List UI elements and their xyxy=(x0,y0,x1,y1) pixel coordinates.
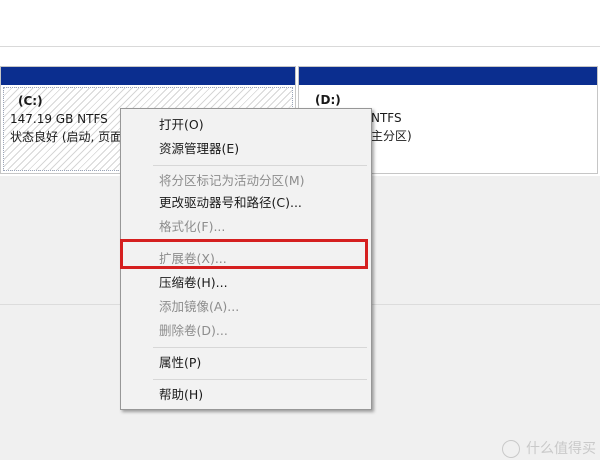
partition-c-status: 状态良好 (启动, 页面 xyxy=(10,130,123,144)
menu-item-delete-volume: 删除卷(D)... xyxy=(159,323,228,338)
menu-item-shrink-volume[interactable]: 压缩卷(H)... xyxy=(159,275,228,291)
menu-separator xyxy=(153,379,367,380)
watermark-logo-icon xyxy=(502,440,520,458)
partition-d-bar xyxy=(299,67,597,85)
partition-c-size: 147.19 GB NTFS xyxy=(10,112,108,126)
top-area xyxy=(0,0,600,66)
menu-item-mark-active: 将分区标记为活动分区(M) xyxy=(159,173,305,188)
menu-item-open[interactable]: 打开(O) xyxy=(159,117,204,133)
menu-separator xyxy=(153,347,367,348)
menu-item-properties[interactable]: 属性(P) xyxy=(159,355,201,371)
menu-separator xyxy=(153,165,367,166)
menu-item-format: 格式化(F)... xyxy=(159,219,226,234)
divider xyxy=(0,46,600,47)
menu-item-help[interactable]: 帮助(H) xyxy=(159,387,203,403)
partition-d-label: (D:) xyxy=(315,93,341,107)
menu-item-explorer[interactable]: 资源管理器(E) xyxy=(159,141,239,157)
partition-c-bar xyxy=(1,67,295,85)
menu-item-change-drive-letter[interactable]: 更改驱动器号和路径(C)... xyxy=(159,195,302,211)
highlight-box xyxy=(120,239,368,269)
watermark: 什么值得买 xyxy=(502,438,596,458)
partition-c-label: (C:) xyxy=(18,94,43,108)
menu-item-add-mirror: 添加镜像(A)... xyxy=(159,299,240,314)
watermark-text: 什么值得买 xyxy=(526,441,596,457)
